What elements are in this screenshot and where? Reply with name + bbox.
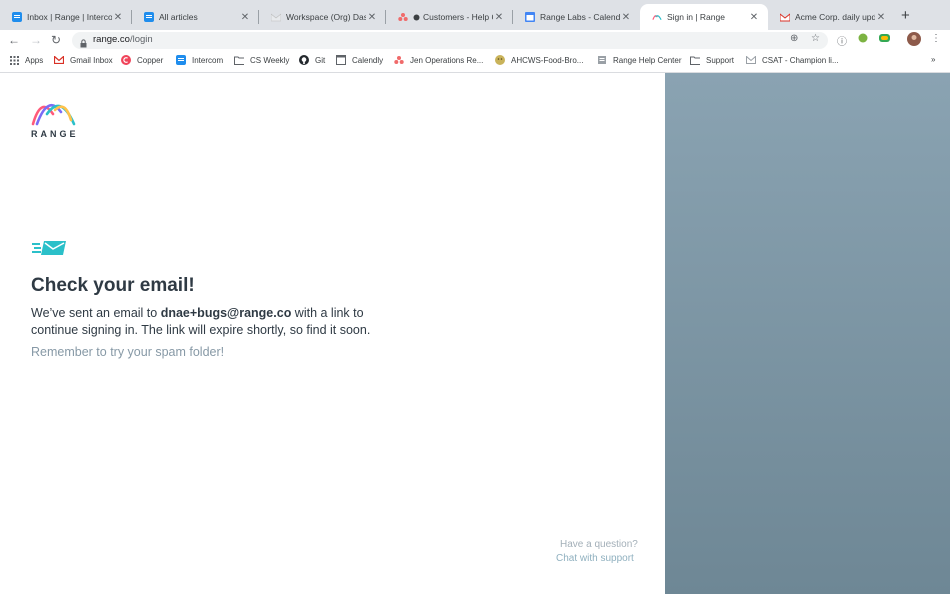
bookmark-csat-champion[interactable]: CSAT - Champion li... [746, 55, 839, 65]
profile-avatar-icon[interactable] [907, 32, 921, 49]
tab-acme-daily-update[interactable]: Acme Corp. daily updat ✕ [768, 4, 895, 30]
decorative-side-panel [665, 73, 950, 594]
page-title: Check your email! [31, 275, 195, 296]
bookmark-cs-weekly[interactable]: CS Weekly [234, 55, 289, 65]
tab-title: Customers - Help Ce [423, 12, 493, 22]
tab-title: Sign in | Range [667, 12, 725, 22]
url-path: /login [129, 34, 153, 45]
tab-title: Range Labs - Calendar [540, 12, 620, 22]
bookmark-ahcws-food[interactable]: AHCWS-Food-Bro... [495, 55, 583, 65]
tab-calendar[interactable]: Range Labs - Calendar ✕ [513, 4, 640, 30]
tab-title: Acme Corp. daily updat [795, 12, 875, 22]
bookmark-label: Git [315, 55, 326, 65]
folder-icon [690, 55, 700, 65]
bookmark-copper[interactable]: Copper [121, 55, 163, 65]
close-icon[interactable]: ✕ [112, 12, 124, 23]
bookmark-label: CSAT - Champion li... [762, 55, 839, 65]
bookmark-jen-operations[interactable]: Jen Operations Re... [394, 55, 483, 65]
apps-grid-icon [9, 55, 19, 65]
confirmation-message: We’ve sent an email to dnae+bugs@range.c… [31, 305, 371, 338]
extension-colorful-icon[interactable] [879, 33, 890, 46]
copper-icon [121, 55, 131, 65]
tab-all-articles[interactable]: All articles ✕ [132, 4, 259, 30]
gmail-icon [746, 55, 756, 65]
bookmark-label: Copper [137, 55, 164, 65]
intercom-icon [12, 12, 22, 22]
back-arrow-icon[interactable]: ← [8, 32, 20, 48]
calendar-icon [525, 12, 535, 22]
close-icon[interactable]: ✕ [493, 12, 505, 23]
close-icon[interactable]: ✕ [239, 12, 251, 23]
bookmark-label: Range Help Center [613, 55, 682, 65]
forward-arrow-icon[interactable]: → [30, 32, 42, 48]
range-logo-icon [31, 100, 77, 131]
bookmark-label: Jen Operations Re... [410, 55, 484, 65]
bookmark-range-help-center[interactable]: Range Help Center [597, 55, 681, 65]
page-icon [597, 55, 607, 65]
range-icon [652, 12, 662, 22]
bookmarks-overflow-button[interactable]: » [931, 55, 935, 64]
bookmark-label: AHCWS-Food-Bro... [511, 55, 584, 65]
star-icon[interactable]: ☆ [811, 33, 820, 44]
url-host: range.co [93, 34, 130, 45]
info-extension-icon[interactable]: ⓘ [837, 33, 847, 48]
calendly-icon [336, 55, 346, 65]
tab-intercom-inbox[interactable]: Inbox | Range | Intercom ✕ [0, 4, 132, 30]
gmail-icon [780, 12, 790, 22]
bookmark-label: Support [706, 55, 735, 65]
bookmarks-bar: Apps Gmail Inbox Copper Intercom CS Week… [0, 51, 950, 73]
intercom-icon [176, 55, 186, 65]
sent-mail-icon [32, 240, 66, 261]
kebab-menu-icon[interactable]: ⋮ [931, 33, 941, 44]
gmail-icon [54, 55, 64, 65]
close-icon[interactable]: ✕ [620, 12, 632, 23]
chat-with-support-link[interactable]: Chat with support [556, 553, 634, 564]
audio-dot-icon [413, 12, 420, 22]
asana-icon [394, 55, 404, 65]
github-icon [299, 55, 309, 65]
tab-title: Workspace (Org) Dashb [286, 12, 366, 22]
bookmark-label: Calendly [352, 55, 384, 65]
email-address: dnae+bugs@range.co [160, 306, 292, 320]
tab-strip: Inbox | Range | Intercom ✕ All articles … [0, 0, 950, 30]
close-icon[interactable]: ✕ [366, 12, 378, 23]
extension-green-icon[interactable] [858, 33, 868, 46]
close-icon[interactable]: ✕ [875, 12, 887, 23]
reload-icon[interactable]: ↻ [51, 32, 61, 48]
bookmark-label: Gmail Inbox [70, 55, 113, 65]
close-icon[interactable]: ✕ [748, 12, 760, 23]
gmail-icon [271, 12, 281, 22]
bookmark-label: Intercom [192, 55, 224, 65]
intercom-icon [144, 12, 154, 22]
bookmark-calendly[interactable]: Calendly [336, 55, 383, 65]
bookmark-label: CS Weekly [250, 55, 290, 65]
tab-title: Inbox | Range | Intercom [27, 12, 112, 22]
emoji-icon [495, 55, 505, 65]
new-tab-button[interactable]: + [901, 8, 910, 24]
spam-folder-note: Remember to try your spam folder! [31, 345, 225, 359]
address-bar[interactable]: range.co/login [72, 32, 828, 49]
tab-customers-help[interactable]: Customers - Help Ce ✕ [386, 4, 513, 30]
range-logo-text: RANGE [31, 129, 79, 139]
help-question: Have a question? [560, 539, 638, 550]
tab-title: All articles [159, 12, 198, 22]
tab-workspace-dashboard[interactable]: Workspace (Org) Dashb ✕ [259, 4, 386, 30]
add-circle-icon[interactable]: ⊕ [790, 33, 798, 44]
bookmark-support[interactable]: Support [690, 55, 734, 65]
message-prefix: We’ve sent an email to [31, 306, 161, 320]
bookmark-intercom[interactable]: Intercom [176, 55, 223, 65]
folder-icon [234, 55, 244, 65]
bookmark-git[interactable]: Git [299, 55, 325, 65]
browser-toolbar: ← → ↻ range.co/login ⊕ ☆ ⓘ ⋮ [0, 30, 950, 51]
url-text: range.co/login [93, 34, 153, 45]
login-panel: RANGE Check your email! We’ve sent an em… [0, 73, 665, 594]
bookmark-label: Apps [25, 55, 44, 65]
tab-sign-in-range[interactable]: Sign in | Range ✕ [640, 4, 768, 30]
bookmark-gmail-inbox[interactable]: Gmail Inbox [54, 55, 113, 65]
bookmark-apps[interactable]: Apps [9, 55, 43, 65]
asana-icon [398, 12, 408, 22]
